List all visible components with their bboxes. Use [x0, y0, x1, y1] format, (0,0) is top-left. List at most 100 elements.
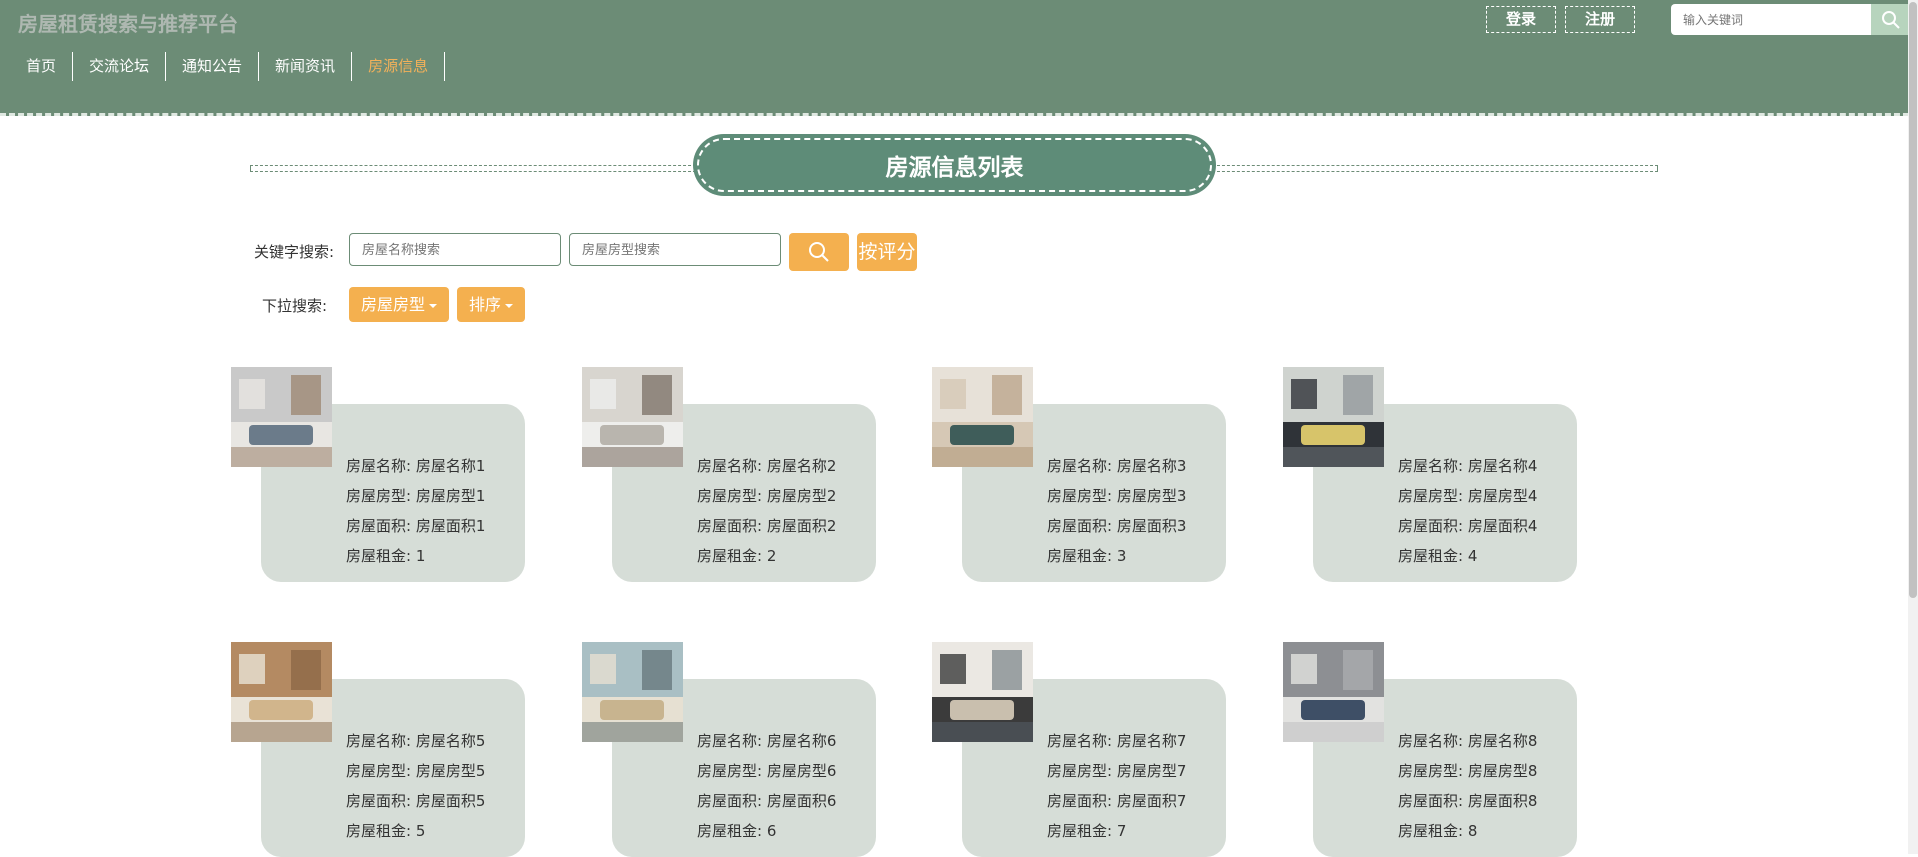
listing-rent-label: 房屋租金 — [1047, 822, 1108, 840]
listing-rent-value: 2 — [766, 547, 777, 565]
listing-area-row: 房屋面积: 房屋面积3 — [1047, 517, 1187, 535]
listing-name-value: 房屋名称5 — [415, 732, 486, 750]
nav-item-news[interactable]: 新闻资讯 — [259, 52, 353, 81]
listing-details: 房屋名称: 房屋名称2 房屋房型: 房屋房型2 房屋面积: 房屋面积2 房屋租金: 2 — [697, 451, 836, 571]
type-search-input[interactable] — [569, 233, 781, 266]
scrollbar-thumb[interactable] — [1909, 2, 1917, 598]
listing-details: 房屋名称: 房屋名称1 房屋房型: 房屋房型1 房屋面积: 房屋面积1 房屋租金: 1 — [346, 451, 485, 571]
search-icon — [809, 242, 829, 262]
listing-card[interactable]: 房屋名称: 房屋名称8 房屋房型: 房屋房型8 房屋面积: 房屋面积8 房屋租金: 8 — [1283, 642, 1577, 857]
listing-name-value: 房屋名称7 — [1116, 732, 1187, 750]
listing-photo[interactable] — [1283, 367, 1384, 467]
listing-area-label: 房屋面积 — [1047, 792, 1108, 810]
listing-area-label: 房屋面积 — [346, 517, 407, 535]
section-title-bar: 房源信息列表 — [250, 134, 1658, 198]
nav-item-listings[interactable]: 房源信息 — [352, 52, 446, 81]
listing-rent-value: 4 — [1467, 547, 1478, 565]
listing-card[interactable]: 房屋名称: 房屋名称6 房屋房型: 房屋房型6 房屋面积: 房屋面积6 房屋租金: 6 — [582, 642, 876, 857]
listing-area-label: 房屋面积 — [697, 517, 758, 535]
listing-type-label: 房屋房型 — [697, 487, 758, 505]
listing-name-row: 房屋名称: 房屋名称7 — [1047, 732, 1187, 750]
listing-area-label: 房屋面积 — [697, 792, 758, 810]
listing-name-value: 房屋名称1 — [415, 457, 486, 475]
listing-name-value: 房屋名称4 — [1467, 457, 1538, 475]
listing-photo[interactable] — [1283, 642, 1384, 742]
listing-details: 房屋名称: 房屋名称6 房屋房型: 房屋房型6 房屋面积: 房屋面积6 房屋租金: 6 — [697, 726, 836, 846]
listing-rent-value: 5 — [415, 822, 426, 840]
login-button[interactable]: 登录 — [1486, 6, 1556, 33]
listing-type-label: 房屋房型 — [1047, 487, 1108, 505]
listing-card[interactable]: 房屋名称: 房屋名称5 房屋房型: 房屋房型5 房屋面积: 房屋面积5 房屋租金: 5 — [231, 642, 525, 857]
listing-type-value: 房屋房型4 — [1467, 487, 1538, 505]
listing-rent-row: 房屋租金: 8 — [1398, 822, 1478, 840]
type-dropdown-label: 房屋房型 — [360, 295, 425, 314]
type-dropdown[interactable]: 房屋房型 — [349, 287, 449, 322]
listing-area-row: 房屋面积: 房屋面积8 — [1398, 792, 1538, 810]
listing-details: 房屋名称: 房屋名称8 房屋房型: 房屋房型8 房屋面积: 房屋面积8 房屋租金: 8 — [1398, 726, 1537, 846]
listing-area-label: 房屋面积 — [1398, 517, 1459, 535]
listing-rent-label: 房屋租金 — [697, 822, 758, 840]
listing-type-row: 房屋房型: 房屋房型4 — [1398, 487, 1538, 505]
listing-type-label: 房屋房型 — [346, 762, 407, 780]
listing-area-value: 房屋面积3 — [1116, 517, 1187, 535]
register-button[interactable]: 注册 — [1565, 6, 1635, 33]
sort-dropdown-label: 排序 — [468, 295, 501, 314]
main-nav: 首页 交流论坛 通知公告 新闻资讯 房源信息 — [10, 52, 446, 81]
header-search-input[interactable] — [1671, 4, 1871, 35]
listing-area-value: 房屋面积4 — [1467, 517, 1538, 535]
sort-dropdown[interactable]: 排序 — [457, 287, 525, 322]
listing-photo[interactable] — [231, 642, 332, 742]
listing-photo[interactable] — [932, 367, 1033, 467]
nav-item-home[interactable]: 首页 — [10, 52, 74, 81]
listing-type-value: 房屋房型3 — [1116, 487, 1187, 505]
listing-card[interactable]: 房屋名称: 房屋名称4 房屋房型: 房屋房型4 房屋面积: 房屋面积4 房屋租金: 4 — [1283, 367, 1577, 582]
name-search-input[interactable] — [349, 233, 561, 266]
listing-type-value: 房屋房型8 — [1467, 762, 1538, 780]
nav-item-notice[interactable]: 通知公告 — [166, 52, 260, 81]
listing-type-label: 房屋房型 — [1398, 487, 1459, 505]
listing-rent-value: 6 — [766, 822, 777, 840]
listing-rent-value: 1 — [415, 547, 426, 565]
listing-card[interactable]: 房屋名称: 房屋名称1 房屋房型: 房屋房型1 房屋面积: 房屋面积1 房屋租金: 1 — [231, 367, 525, 582]
listing-name-row: 房屋名称: 房屋名称8 — [1398, 732, 1538, 750]
vertical-scrollbar[interactable] — [1908, 0, 1918, 854]
site-title: 房屋租赁搜索与推荐平台 — [18, 12, 238, 36]
sort-by-rating-button[interactable]: 按评分 — [857, 233, 917, 271]
search-icon — [1882, 10, 1900, 29]
listing-area-row: 房屋面积: 房屋面积5 — [346, 792, 486, 810]
listing-type-row: 房屋房型: 房屋房型1 — [346, 487, 486, 505]
listing-rent-label: 房屋租金 — [346, 822, 407, 840]
listing-rent-row: 房屋租金: 2 — [697, 547, 777, 565]
listing-details: 房屋名称: 房屋名称5 房屋房型: 房屋房型5 房屋面积: 房屋面积5 房屋租金: 5 — [346, 726, 485, 846]
listing-area-label: 房屋面积 — [346, 792, 407, 810]
listing-name-label: 房屋名称 — [697, 457, 758, 475]
listing-photo[interactable] — [582, 367, 683, 467]
listing-photo[interactable] — [582, 642, 683, 742]
listing-type-value: 房屋房型5 — [415, 762, 486, 780]
listing-rent-row: 房屋租金: 5 — [346, 822, 426, 840]
listing-type-row: 房屋房型: 房屋房型5 — [346, 762, 486, 780]
listing-area-value: 房屋面积6 — [766, 792, 837, 810]
listing-photo[interactable] — [231, 367, 332, 467]
listing-card[interactable]: 房屋名称: 房屋名称7 房屋房型: 房屋房型7 房屋面积: 房屋面积7 房屋租金: 7 — [932, 642, 1226, 857]
listing-name-value: 房屋名称3 — [1116, 457, 1187, 475]
listing-name-label: 房屋名称 — [1398, 732, 1459, 750]
header-search-button[interactable] — [1871, 4, 1911, 35]
search-button[interactable] — [789, 233, 849, 271]
listing-rent-value: 8 — [1467, 822, 1478, 840]
listing-photo[interactable] — [932, 642, 1033, 742]
dropdown-search-label: 下拉搜索: — [262, 297, 328, 315]
listing-type-label: 房屋房型 — [1047, 762, 1108, 780]
listing-name-row: 房屋名称: 房屋名称3 — [1047, 457, 1187, 475]
listing-name-row: 房屋名称: 房屋名称6 — [697, 732, 837, 750]
caret-down-icon — [429, 303, 437, 308]
listing-name-label: 房屋名称 — [1047, 457, 1108, 475]
nav-item-forum[interactable]: 交流论坛 — [73, 52, 167, 81]
title-divider-left — [250, 165, 696, 172]
listing-card[interactable]: 房屋名称: 房屋名称2 房屋房型: 房屋房型2 房屋面积: 房屋面积2 房屋租金: 2 — [582, 367, 876, 582]
listing-rent-row: 房屋租金: 4 — [1398, 547, 1478, 565]
section-title: 房源信息列表 — [697, 138, 1212, 192]
listing-card[interactable]: 房屋名称: 房屋名称3 房屋房型: 房屋房型3 房屋面积: 房屋面积3 房屋租金: 3 — [932, 367, 1226, 582]
listing-area-row: 房屋面积: 房屋面积7 — [1047, 792, 1187, 810]
listing-rent-label: 房屋租金 — [697, 547, 758, 565]
